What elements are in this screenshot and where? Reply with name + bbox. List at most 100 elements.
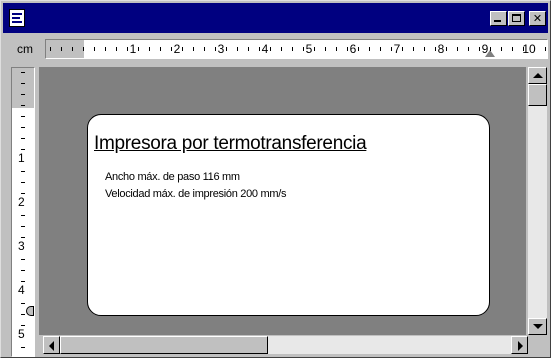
document-icon[interactable] (9, 9, 25, 27)
ruler-number: 2 (18, 195, 25, 209)
ruler-tick (336, 47, 337, 51)
ruler-tick (21, 303, 25, 304)
label-line[interactable]: Ancho máx. de paso 116 mm (105, 171, 240, 183)
ruler-tick (61, 47, 62, 51)
ruler-tick (457, 47, 458, 51)
ruler-tick (21, 182, 25, 183)
maximize-button[interactable] (508, 11, 525, 26)
scroll-left-button[interactable] (43, 336, 60, 354)
ruler-tick (83, 47, 84, 51)
horizontal-scrollbar[interactable] (43, 336, 528, 354)
ruler-tick (21, 215, 25, 216)
ruler-tick (182, 47, 183, 51)
minimize-button[interactable] (490, 11, 507, 26)
ruler-number: 7 (393, 42, 401, 56)
ruler-tick (72, 47, 73, 51)
ruler-tick (21, 270, 25, 271)
ruler-tick (21, 171, 25, 172)
vertical-indent-marker[interactable] (26, 306, 34, 316)
arrow-up-icon (533, 73, 543, 78)
ruler-unit-label: cm (17, 42, 33, 56)
maximize-icon (512, 14, 521, 22)
vertical-scroll-thumb[interactable] (528, 84, 547, 106)
ruler-number: 9 (481, 42, 489, 56)
ruler-tick (21, 105, 25, 106)
ruler-tick (314, 47, 315, 51)
ruler-tick (259, 47, 260, 51)
arrow-right-icon (518, 341, 523, 351)
ruler-number: 1 (129, 42, 137, 56)
ruler-tick (21, 127, 25, 128)
label-preview[interactable]: Impresora por termotransferencia Ancho m… (87, 114, 490, 316)
ruler-tick (413, 47, 414, 51)
ruler-top-margin (12, 68, 34, 108)
ruler-tick (479, 47, 480, 51)
ruler-tick (160, 47, 161, 51)
ruler-tick (501, 47, 502, 51)
ruler-tick (21, 193, 25, 194)
ruler-tick (512, 47, 513, 51)
ruler-tick (226, 47, 227, 51)
ruler-number: 4 (18, 283, 25, 297)
label-workspace[interactable]: Impresora por termotransferencia Ancho m… (39, 67, 526, 335)
ruler-tick (94, 47, 95, 51)
ruler-tick (21, 325, 25, 326)
title-bar[interactable]: ✕ (3, 3, 548, 33)
ruler-tick (21, 237, 25, 238)
ruler-tick (204, 47, 205, 51)
ruler-tick (21, 314, 25, 315)
ruler-tick (21, 94, 25, 95)
close-button[interactable]: ✕ (529, 11, 546, 26)
ruler-tick (303, 47, 304, 51)
ruler-tick (50, 47, 51, 51)
ruler-tick (534, 47, 535, 51)
ruler-tick (347, 47, 348, 51)
ruler-tick (21, 347, 25, 348)
arrow-left-icon (49, 341, 54, 351)
ruler-tick (149, 47, 150, 51)
ruler-tick (402, 47, 403, 51)
ruler-tick (281, 47, 282, 51)
ruler-tick (105, 47, 106, 51)
ruler-number: 3 (217, 42, 225, 56)
ruler-tick (391, 47, 392, 51)
scroll-up-button[interactable] (528, 67, 547, 84)
ruler-tick (21, 116, 25, 117)
ruler-number: 5 (18, 327, 25, 341)
label-line[interactable]: Velocidad máx. de impresión 200 mm/s (105, 188, 286, 200)
ruler-number: 4 (261, 42, 269, 56)
ruler-tick (490, 47, 491, 51)
ruler-number: 2 (173, 42, 181, 56)
ruler-tick (292, 47, 293, 51)
scroll-down-button[interactable] (528, 318, 547, 335)
ruler-tick (21, 72, 25, 73)
ruler-tick (138, 47, 139, 51)
ruler-tick (446, 47, 447, 51)
ruler-tick (21, 259, 25, 260)
ruler-number: 1 (18, 151, 25, 165)
ruler-tick (21, 138, 25, 139)
ruler-number: 3 (18, 239, 25, 253)
scroll-right-button[interactable] (511, 336, 528, 354)
vertical-ruler[interactable]: 1 2 3 4 5 (11, 67, 35, 357)
ruler-tick (21, 281, 25, 282)
ruler-tick (545, 47, 546, 51)
vertical-scrollbar[interactable] (528, 67, 547, 335)
ruler-tick (369, 47, 370, 51)
horizontal-ruler[interactable]: 1 2 3 4 5 6 7 8 9 10 (45, 39, 548, 59)
ruler-number: 5 (305, 42, 313, 56)
ruler-tick (358, 47, 359, 51)
ruler-number: 6 (349, 42, 357, 56)
ruler-tick (21, 226, 25, 227)
ruler-tick (21, 83, 25, 84)
label-title[interactable]: Impresora por termotransferencia (94, 133, 367, 155)
ruler-tick (248, 47, 249, 51)
ruler-tick (171, 47, 172, 51)
ruler-tick (325, 47, 326, 51)
ruler-left-margin (46, 40, 84, 58)
ruler-tick (435, 47, 436, 51)
ruler-tick (468, 47, 469, 51)
ruler-number: 8 (437, 42, 445, 56)
horizontal-scroll-thumb[interactable] (60, 336, 268, 354)
size-grip[interactable] (528, 336, 547, 354)
